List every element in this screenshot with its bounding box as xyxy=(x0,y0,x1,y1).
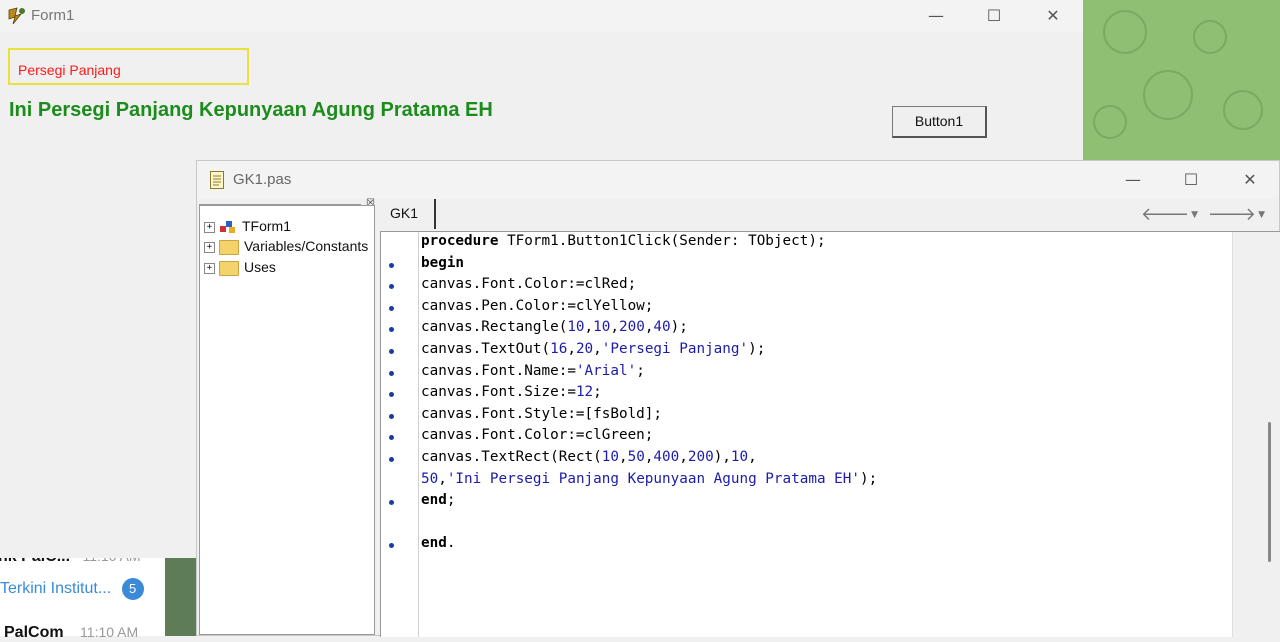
breakpoint-dot-icon[interactable] xyxy=(389,370,394,376)
expand-icon[interactable]: + xyxy=(204,221,215,233)
code-line[interactable]: canvas.Font.Name:='Arial'; xyxy=(421,363,645,384)
code-line[interactable]: canvas.Font.Color:=clRed; xyxy=(421,276,636,297)
breakpoint-dot-icon[interactable] xyxy=(389,262,394,268)
delphi-app-icon xyxy=(8,7,25,25)
vertical-scrollbar[interactable] xyxy=(1232,232,1280,637)
breakpoint-dot-icon[interactable] xyxy=(389,500,394,506)
tab-strip: GK1 🡐▼ 🡒▼ xyxy=(380,199,1279,229)
rectangle-text: Persegi Panjang xyxy=(18,62,121,78)
minimize-button[interactable]: — xyxy=(907,0,965,32)
maximize-button[interactable]: ☐ xyxy=(1162,164,1220,196)
code-line[interactable]: canvas.Font.Size:=12; xyxy=(421,384,602,405)
code-line[interactable]: 50,'Ini Persegi Panjang Kepunyaan Agung … xyxy=(421,471,877,492)
editor-gutter xyxy=(381,232,419,637)
close-icon: ✕ xyxy=(1046,6,1060,25)
code-explorer: + TForm1 + Variables/Constants + Uses xyxy=(199,205,375,635)
maximize-button[interactable]: ☐ xyxy=(965,0,1023,32)
chat-thumbnail xyxy=(165,556,200,636)
window-title: Form1 xyxy=(31,7,75,24)
code-line[interactable]: canvas.TextRect(Rect(10,50,400,200),10, xyxy=(421,449,757,470)
tab-gk1[interactable]: GK1 xyxy=(380,199,436,229)
minimize-icon: — xyxy=(928,6,944,25)
code-line[interactable]: end. xyxy=(421,535,455,556)
forward-arrow-icon[interactable]: 🡒 xyxy=(1208,204,1258,225)
maximize-icon: ☐ xyxy=(1183,170,1199,189)
minimize-button[interactable]: — xyxy=(1104,164,1162,196)
editor-titlebar[interactable]: GK1.pas — ☐ ✕ xyxy=(197,161,1279,199)
chat-name: PalCom xyxy=(4,624,64,641)
class-icon xyxy=(219,220,237,234)
close-button[interactable]: ✕ xyxy=(1024,0,1082,32)
back-dropdown-icon[interactable]: ▼ xyxy=(1191,210,1200,220)
folder-icon xyxy=(219,260,239,276)
tree-item-uses[interactable]: + Uses xyxy=(204,259,276,279)
tree-label: Uses xyxy=(244,259,276,275)
code-line[interactable]: canvas.Pen.Color:=clYellow; xyxy=(421,298,653,319)
chat-preview: Terkini Institut... xyxy=(0,580,112,597)
scrollbar-thumb[interactable] xyxy=(1268,422,1271,562)
chat-wallpaper xyxy=(1083,0,1280,165)
code-line[interactable]: canvas.Font.Color:=clGreen; xyxy=(421,427,653,448)
expand-icon[interactable]: + xyxy=(204,262,215,274)
breakpoint-dot-icon[interactable] xyxy=(389,543,394,549)
form1-titlebar[interactable]: Form1 — ☐ ✕ xyxy=(0,0,1083,32)
forward-dropdown-icon[interactable]: ▼ xyxy=(1258,210,1267,220)
code-line[interactable]: procedure TForm1.Button1Click(Sender: TO… xyxy=(421,233,826,254)
breakpoint-dot-icon[interactable] xyxy=(389,327,394,333)
yellow-rectangle: Persegi Panjang xyxy=(8,48,249,85)
close-icon: ✕ xyxy=(1243,170,1257,189)
breakpoint-dot-icon[interactable] xyxy=(389,392,394,398)
code-line[interactable]: canvas.TextOut(16,20,'Persegi Panjang'); xyxy=(421,341,765,362)
maximize-icon: ☐ xyxy=(986,6,1002,25)
navigation-arrows: 🡐▼ 🡒▼ xyxy=(1141,204,1267,225)
breakpoint-dot-icon[interactable] xyxy=(389,435,394,441)
chat-time: 11:10 AM xyxy=(80,624,139,640)
code-line[interactable]: canvas.Rectangle(10,10,200,40); xyxy=(421,319,688,340)
green-canvas-text: Ini Persegi Panjang Kepunyaan Agung Prat… xyxy=(9,99,493,121)
code-line[interactable]: canvas.Font.Style:=[fsBold]; xyxy=(421,406,662,427)
close-button[interactable]: ✕ xyxy=(1221,164,1279,196)
breakpoint-dot-icon[interactable] xyxy=(389,413,394,419)
back-arrow-icon[interactable]: 🡐 xyxy=(1141,204,1191,225)
unread-badge: 5 xyxy=(121,578,144,600)
tree-item-tform1[interactable]: + TForm1 xyxy=(204,218,291,238)
breakpoint-dot-icon[interactable] xyxy=(389,284,394,290)
tree-label: Variables/Constants xyxy=(244,238,369,254)
button1[interactable]: Button1 xyxy=(892,106,987,138)
breakpoint-dot-icon[interactable] xyxy=(389,305,394,311)
tree-item-variables[interactable]: + Variables/Constants xyxy=(204,238,368,258)
breakpoint-dot-icon[interactable] xyxy=(389,457,394,462)
code-line[interactable]: end; xyxy=(421,492,455,513)
code-line[interactable]: begin xyxy=(421,255,464,276)
chat-row[interactable]: PalCom 11:10 AM xyxy=(4,624,138,642)
editor-window: GK1.pas — ☐ ✕ ☒ + TForm1 + Variables/Cons… xyxy=(196,160,1280,637)
tree-label: TForm1 xyxy=(242,218,291,234)
expand-icon[interactable]: + xyxy=(204,241,215,253)
folder-icon xyxy=(219,239,239,255)
chat-row[interactable]: Terkini Institut... 5 xyxy=(0,578,144,600)
code-editor[interactable]: procedure TForm1.Button1Click(Sender: TO… xyxy=(380,231,1280,637)
pas-file-icon xyxy=(210,171,224,189)
editor-title: GK1.pas xyxy=(233,171,292,188)
minimize-icon: — xyxy=(1125,170,1141,189)
breakpoint-dot-icon[interactable] xyxy=(389,349,394,354)
